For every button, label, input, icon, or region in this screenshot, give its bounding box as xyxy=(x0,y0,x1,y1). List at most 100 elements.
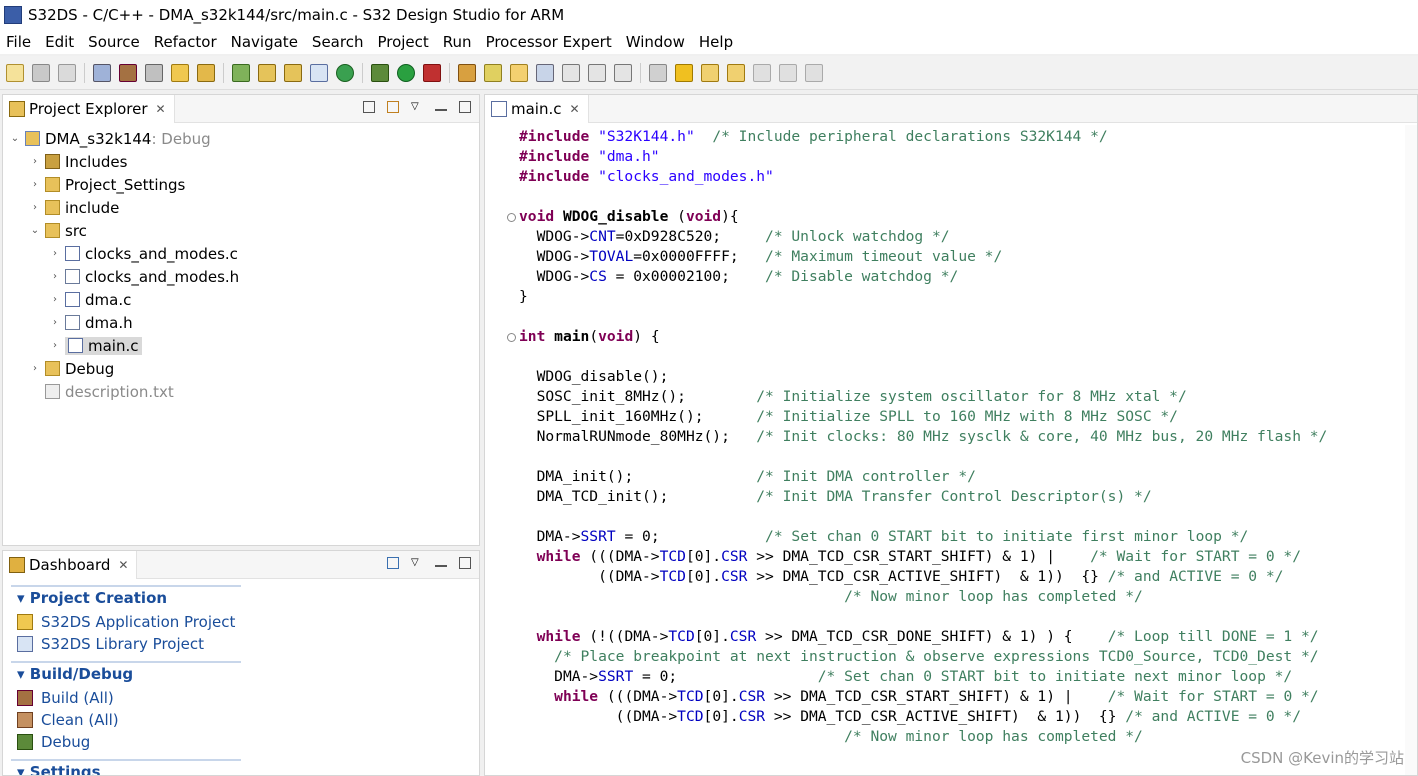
editor-tab-main-c[interactable]: main.c ✕ xyxy=(485,95,589,123)
chevron-right-icon[interactable]: › xyxy=(29,363,41,374)
menu-search[interactable]: Search xyxy=(312,33,364,51)
code-line[interactable]: ((DMA->TCD[0].CSR >> DMA_TCD_CSR_ACTIVE_… xyxy=(485,567,1417,587)
new-icon[interactable] xyxy=(6,63,24,82)
debug-icon[interactable] xyxy=(371,63,389,82)
tree-item-debug[interactable]: › Debug xyxy=(3,357,479,380)
menu-project[interactable]: Project xyxy=(377,33,428,51)
highlight-icon[interactable] xyxy=(510,63,528,82)
code-line[interactable]: while (((DMA->TCD[0].CSR >> DMA_TCD_CSR_… xyxy=(485,547,1417,567)
code-line[interactable]: while (((DMA->TCD[0].CSR >> DMA_TCD_CSR_… xyxy=(485,687,1417,707)
chevron-right-icon[interactable]: › xyxy=(29,179,41,190)
code-line[interactable]: WDOG->CNT=0xD928C520; /* Unlock watchdog… xyxy=(485,227,1417,247)
collapse-all-icon[interactable] xyxy=(363,101,375,113)
show-whitespace-icon[interactable] xyxy=(562,63,580,82)
tree-item-includes[interactable]: › Includes xyxy=(3,150,479,173)
chevron-right-icon[interactable]: › xyxy=(49,340,61,351)
tree-item-clocks-c[interactable]: › clocks_and_modes.c xyxy=(3,242,479,265)
close-icon[interactable]: ✕ xyxy=(118,558,128,572)
chevron-right-icon[interactable]: › xyxy=(49,294,61,305)
run-icon[interactable] xyxy=(397,63,415,82)
code-line[interactable] xyxy=(485,187,1417,207)
close-icon[interactable]: ✕ xyxy=(156,102,166,116)
code-line[interactable]: SOSC_init_8MHz(); /* Initialize system o… xyxy=(485,387,1417,407)
code-line[interactable]: #include "dma.h" xyxy=(485,147,1417,167)
history-icon[interactable] xyxy=(649,63,667,82)
import-icon[interactable] xyxy=(197,63,215,82)
menu-processor-expert[interactable]: Processor Expert xyxy=(486,33,612,51)
code-line[interactable]: NormalRUNmode_80MHz(); /* Init clocks: 8… xyxy=(485,427,1417,447)
code-line[interactable]: void WDOG_disable (void){ xyxy=(485,207,1417,227)
chevron-right-icon[interactable]: › xyxy=(49,271,61,282)
link-with-editor-icon[interactable] xyxy=(387,101,399,113)
forward-icon[interactable] xyxy=(805,63,823,82)
tree-item-project[interactable]: ⌄ DMA_s32k144: Debug xyxy=(3,127,479,150)
code-line[interactable]: WDOG->CS = 0x00002100; /* Disable watchd… xyxy=(485,267,1417,287)
code-line[interactable] xyxy=(485,347,1417,367)
tree-item-main-c[interactable]: › main.c xyxy=(3,334,479,357)
code-line[interactable]: WDOG->TOVAL=0x0000FFFF; /* Maximum timeo… xyxy=(485,247,1417,267)
code-area[interactable]: #include "S32K144.h" /* Include peripher… xyxy=(485,125,1417,747)
view-menu-icon[interactable]: ▽ xyxy=(411,557,423,569)
code-line[interactable]: WDOG_disable(); xyxy=(485,367,1417,387)
refresh-icon[interactable] xyxy=(336,63,354,82)
tree-item-src[interactable]: ⌄ src xyxy=(3,219,479,242)
debug-link[interactable]: Debug xyxy=(3,731,479,753)
maximize-icon[interactable] xyxy=(459,101,471,113)
view-menu-icon[interactable]: ▽ xyxy=(411,101,423,113)
new-source-icon[interactable] xyxy=(310,63,328,82)
code-line[interactable] xyxy=(485,447,1417,467)
menu-help[interactable]: Help xyxy=(699,33,733,51)
save-all-icon[interactable] xyxy=(58,63,76,82)
import-project-icon[interactable] xyxy=(387,557,399,569)
search-icon[interactable] xyxy=(484,63,502,82)
chevron-right-icon[interactable]: › xyxy=(29,156,41,167)
tree-item-dma-c[interactable]: › dma.c xyxy=(3,288,479,311)
code-line[interactable]: /* Now minor loop has completed */ xyxy=(485,587,1417,607)
new-folder-icon[interactable] xyxy=(284,63,302,82)
fold-toggle-icon[interactable] xyxy=(507,333,516,342)
prev-annotation-icon[interactable] xyxy=(727,63,745,82)
toggle-mark-icon[interactable] xyxy=(536,63,554,82)
new-project-icon[interactable] xyxy=(171,63,189,82)
menu-navigate[interactable]: Navigate xyxy=(231,33,298,51)
menu-source[interactable]: Source xyxy=(88,33,140,51)
chevron-right-icon[interactable]: › xyxy=(29,202,41,213)
minimize-icon[interactable] xyxy=(435,565,447,567)
app-project-link[interactable]: S32DS Application Project xyxy=(3,611,479,633)
code-line[interactable]: int main(void) { xyxy=(485,327,1417,347)
build-link[interactable]: Build (All) xyxy=(3,687,479,709)
build-icon[interactable] xyxy=(119,63,137,82)
project-creation-header[interactable]: ▾ Project Creation xyxy=(11,587,241,611)
code-line[interactable] xyxy=(485,307,1417,327)
back-icon[interactable] xyxy=(779,63,797,82)
menu-file[interactable]: File xyxy=(6,33,31,51)
chevron-down-icon[interactable]: ⌄ xyxy=(9,133,21,144)
external-tools-icon[interactable] xyxy=(423,63,441,82)
code-line[interactable]: DMA_init(); /* Init DMA controller */ xyxy=(485,467,1417,487)
project-explorer-tab[interactable]: Project Explorer ✕ xyxy=(3,94,175,123)
chevron-down-icon[interactable]: ⌄ xyxy=(29,225,41,236)
menu-run[interactable]: Run xyxy=(443,33,472,51)
tree-item-dma-h[interactable]: › dma.h xyxy=(3,311,479,334)
open-type-icon[interactable] xyxy=(458,63,476,82)
next-annotation-icon[interactable] xyxy=(701,63,719,82)
lib-project-link[interactable]: S32DS Library Project xyxy=(3,633,479,655)
code-line[interactable]: DMA->SSRT = 0; /* Set chan 0 START bit t… xyxy=(485,527,1417,547)
code-line[interactable]: SPLL_init_160MHz(); /* Initialize SPLL t… xyxy=(485,407,1417,427)
code-line[interactable]: #include "clocks_and_modes.h" xyxy=(485,167,1417,187)
binary-icon[interactable] xyxy=(145,63,163,82)
dashboard-tab[interactable]: Dashboard ✕ xyxy=(3,551,138,579)
menu-window[interactable]: Window xyxy=(626,33,685,51)
settings-icon[interactable] xyxy=(93,63,111,82)
code-line[interactable] xyxy=(485,507,1417,527)
code-line[interactable]: DMA_TCD_init(); /* Init DMA Transfer Con… xyxy=(485,487,1417,507)
menu-refactor[interactable]: Refactor xyxy=(154,33,217,51)
monitor-icon[interactable] xyxy=(232,63,250,82)
code-line[interactable]: ((DMA->TCD[0].CSR >> DMA_TCD_CSR_ACTIVE_… xyxy=(485,707,1417,727)
tree-item-description[interactable]: description.txt xyxy=(3,380,479,403)
clean-link[interactable]: Clean (All) xyxy=(3,709,479,731)
code-line[interactable]: } xyxy=(485,287,1417,307)
block-select-icon[interactable] xyxy=(588,63,606,82)
pin-icon[interactable] xyxy=(614,63,632,82)
new-class-icon[interactable] xyxy=(258,63,276,82)
